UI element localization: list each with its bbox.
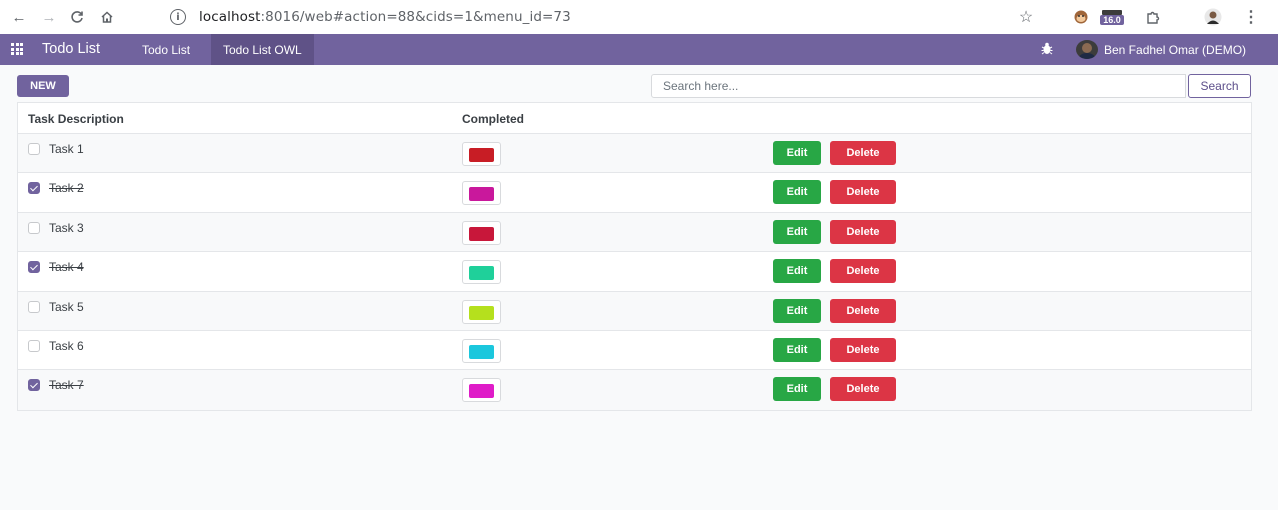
edit-button[interactable]: Edit: [773, 180, 821, 205]
task-checkbox[interactable]: [28, 143, 40, 155]
tasks-table: Task Description Completed Task 1 Edit Del…: [17, 102, 1252, 411]
menu-item-todo-list-owl[interactable]: Todo List OWL: [211, 34, 314, 65]
table-row: Task 3 Edit Delete: [18, 212, 1251, 253]
delete-button[interactable]: Delete: [830, 337, 896, 362]
monkey-extension-icon[interactable]: [1070, 6, 1092, 28]
back-arrow-icon[interactable]: ←: [8, 6, 30, 28]
color-picker[interactable]: [462, 378, 501, 403]
table-row: Task 6 Edit Delete: [18, 330, 1251, 371]
edit-button[interactable]: Edit: [773, 219, 821, 244]
search-button[interactable]: Search: [1188, 74, 1251, 98]
odoo-version-extension-icon[interactable]: 16.0: [1099, 6, 1125, 28]
color-swatch: [469, 187, 494, 202]
table-row: Task 4 Edit Delete: [18, 252, 1251, 292]
home-icon[interactable]: [96, 6, 118, 28]
delete-button[interactable]: Delete: [830, 298, 896, 323]
bookmark-star-icon[interactable]: ☆: [1015, 6, 1037, 28]
menu-item-todo-list[interactable]: Todo List: [130, 34, 202, 65]
task-description: Task 5: [49, 299, 84, 314]
task-description: Task 4: [49, 260, 84, 275]
site-info-icon[interactable]: i: [170, 9, 186, 25]
color-picker[interactable]: [462, 338, 501, 363]
task-checkbox[interactable]: [28, 339, 40, 352]
table-header: Task Description Completed: [18, 103, 1251, 134]
color-picker[interactable]: [462, 220, 501, 245]
delete-button[interactable]: Delete: [830, 377, 896, 402]
apps-grid-icon[interactable]: [11, 43, 24, 55]
task-checkbox[interactable]: [28, 182, 40, 195]
profile-avatar-icon[interactable]: [1202, 6, 1224, 28]
delete-button[interactable]: Delete: [830, 180, 896, 205]
color-swatch: [469, 226, 494, 241]
task-description: Task 6: [49, 338, 84, 353]
edit-button[interactable]: Edit: [773, 337, 821, 362]
task-description: Task 2: [49, 181, 84, 196]
address-bar[interactable]: i localhost:8016/web#action=88&cids=1&me…: [158, 3, 1206, 31]
color-swatch: [469, 384, 494, 399]
column-header-task-description: Task Description: [28, 112, 124, 126]
color-swatch: [469, 148, 494, 162]
table-row: Task 5 Edit Delete: [18, 291, 1251, 331]
delete-button[interactable]: Delete: [830, 219, 896, 244]
url-text: localhost:8016/web#action=88&cids=1&menu…: [199, 9, 571, 25]
delete-button[interactable]: Delete: [830, 141, 896, 165]
color-picker[interactable]: [462, 260, 501, 285]
task-description: Task 1: [49, 142, 84, 156]
color-swatch: [469, 266, 494, 281]
user-name[interactable]: Ben Fadhel Omar (DEMO): [1104, 43, 1246, 57]
browser-toolbar: ← → i localhost:8016/web#action=88&cids=…: [0, 0, 1278, 34]
table-row: Task 1 Edit Delete: [18, 134, 1251, 174]
color-picker[interactable]: [462, 142, 501, 166]
new-button[interactable]: NEW: [17, 75, 69, 97]
extension-badge-text: 16.0: [1103, 15, 1121, 25]
task-checkbox[interactable]: [28, 261, 40, 274]
task-checkbox[interactable]: [28, 221, 40, 234]
color-swatch: [469, 305, 494, 320]
color-picker[interactable]: [462, 299, 501, 324]
edit-button[interactable]: Edit: [773, 141, 821, 165]
main-content: NEW Search here... Search Task Descripti…: [0, 65, 1278, 510]
table-row: Task 2 Edit Delete: [18, 173, 1251, 213]
color-picker[interactable]: [462, 181, 501, 206]
task-checkbox[interactable]: [28, 379, 40, 392]
delete-button[interactable]: Delete: [830, 259, 896, 284]
app-brand[interactable]: Todo List: [42, 41, 100, 57]
debug-bug-icon[interactable]: [1041, 42, 1053, 58]
edit-button[interactable]: Edit: [773, 377, 821, 402]
task-description: Task 7: [49, 378, 84, 393]
edit-button[interactable]: Edit: [773, 259, 821, 284]
color-swatch: [469, 344, 494, 359]
search-input[interactable]: Search here...: [651, 74, 1186, 98]
user-avatar[interactable]: [1076, 40, 1098, 59]
extensions-puzzle-icon[interactable]: [1142, 6, 1164, 28]
app-navbar: Todo List Todo List Todo List OWL Ben Fa…: [0, 34, 1278, 65]
column-header-completed: Completed: [462, 112, 525, 126]
task-checkbox[interactable]: [28, 300, 40, 313]
edit-button[interactable]: Edit: [773, 298, 821, 323]
browser-menu-icon[interactable]: ⋮: [1240, 6, 1262, 28]
task-description: Task 3: [49, 220, 84, 235]
table-row: Task 7 Edit Delete: [18, 370, 1251, 410]
reload-icon[interactable]: [66, 6, 88, 28]
forward-arrow-icon[interactable]: →: [38, 6, 60, 28]
